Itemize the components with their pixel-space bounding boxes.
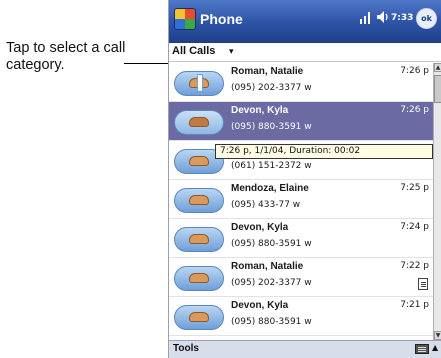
call-time: 7:26 p [400, 105, 429, 115]
callout-leader-line [124, 63, 171, 64]
caller-name: Mendoza, Elaine [231, 183, 309, 194]
caller-number: (095) 433-77 w [231, 200, 301, 210]
note-icon[interactable] [418, 278, 428, 290]
phone-handset-icon [189, 195, 209, 205]
menu-bar: Tools ▲ [169, 340, 441, 358]
call-time: 7:24 p [400, 222, 429, 232]
volume-icon[interactable] [376, 10, 390, 24]
title-bar: Phone 7:33 ok [169, 0, 441, 43]
incoming-call-icon [174, 266, 224, 291]
call-time: 7:26 p [400, 66, 429, 76]
call-time: 7:21 p [400, 300, 429, 310]
call-log-row[interactable]: Devon, Kyla 7:21 p (095) 880-3591 w [169, 297, 433, 336]
call-log-row[interactable]: Roman, Natalie 7:26 p (095) 202-3377 w [169, 63, 433, 102]
app-title: Phone [200, 11, 243, 27]
clock[interactable]: 7:33 [391, 13, 413, 23]
caller-name: Devon, Kyla [231, 300, 289, 311]
incoming-call-icon [174, 305, 224, 330]
call-log-row[interactable]: Devon, Kyla 7:24 p (095) 880-3591 w [169, 219, 433, 258]
outgoing-call-icon [174, 71, 224, 96]
call-details-tooltip: 7:26 p, 1/1/04, Duration: 00:02 [215, 144, 433, 159]
caller-name: Devon, Kyla [231, 222, 289, 233]
caller-number: (095) 202-3377 w [231, 278, 312, 288]
caller-name: Roman, Natalie [231, 66, 304, 77]
call-status-mark-icon [197, 74, 203, 92]
call-log-row[interactable]: Mendoza, Elaine 7:25 p (095) 433-77 w [169, 180, 433, 219]
caller-number: (061) 151-2372 w [231, 161, 312, 171]
call-log-row[interactable]: Devon, Kyla 7:26 p (095) 880-3591 w [169, 102, 433, 141]
start-menu-icon[interactable] [174, 8, 196, 30]
caller-number: (095) 880-3591 w [231, 317, 312, 327]
incoming-call-icon [174, 227, 224, 252]
caller-number: (095) 880-3591 w [231, 122, 312, 132]
caller-name: Devon, Kyla [231, 105, 289, 116]
phone-handset-icon [189, 156, 209, 166]
scroll-thumb[interactable] [434, 75, 441, 103]
ok-button[interactable]: ok [416, 8, 437, 29]
call-time: 7:25 p [400, 183, 429, 193]
call-category-label[interactable]: All Calls [172, 45, 215, 57]
callout-caption: Tap to select a call category. [6, 40, 126, 73]
pocket-pc-screen: Phone 7:33 ok All Calls ▾ Roman, Natalie… [168, 0, 441, 358]
chevron-down-icon[interactable]: ▾ [229, 47, 234, 57]
phone-handset-icon [189, 273, 209, 283]
scroll-up-arrow-icon[interactable]: ▲ [434, 63, 441, 72]
scroll-down-arrow-icon[interactable]: ▼ [434, 331, 441, 340]
missed-call-icon [174, 110, 224, 135]
keyboard-icon[interactable] [415, 344, 429, 354]
incoming-call-icon [174, 188, 224, 213]
call-category-selector[interactable]: All Calls ▾ [169, 43, 441, 62]
call-log-list: Roman, Natalie 7:26 p (095) 202-3377 w Devo… [169, 63, 433, 340]
caller-number: (095) 202-3377 w [231, 83, 312, 93]
call-time: 7:22 p [400, 261, 429, 271]
caller-number: (095) 880-3591 w [231, 239, 312, 249]
signal-strength-icon[interactable] [359, 9, 373, 25]
vertical-scrollbar[interactable]: ▲ ▼ [433, 63, 441, 340]
phone-handset-icon [189, 312, 209, 322]
call-log-row[interactable]: Roman, Natalie 7:22 p (095) 202-3377 w [169, 258, 433, 297]
phone-handset-icon [189, 234, 209, 244]
caller-name: Roman, Natalie [231, 261, 304, 272]
tools-menu[interactable]: Tools [173, 343, 199, 354]
screenshot: Tap to select a call category. Phone 7:3… [0, 0, 441, 358]
phone-handset-icon [189, 117, 209, 127]
input-panel-arrow-icon[interactable]: ▲ [432, 343, 438, 352]
